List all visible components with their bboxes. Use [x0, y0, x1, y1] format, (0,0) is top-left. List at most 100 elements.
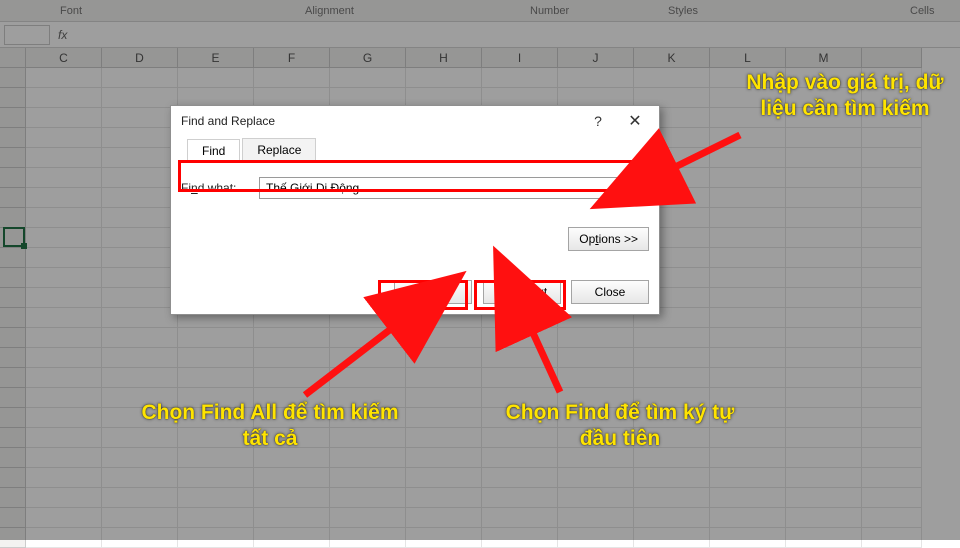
cell[interactable] — [102, 68, 178, 88]
cell[interactable] — [786, 408, 862, 428]
cell[interactable] — [102, 208, 178, 228]
cell[interactable] — [178, 508, 254, 528]
cell[interactable] — [330, 508, 406, 528]
cell[interactable] — [862, 428, 922, 448]
dialog-close-button[interactable]: ✕ — [615, 111, 655, 131]
cell[interactable] — [102, 168, 178, 188]
cell[interactable] — [862, 408, 922, 428]
cell[interactable] — [558, 488, 634, 508]
cell[interactable] — [482, 488, 558, 508]
cell[interactable] — [26, 408, 102, 428]
cell[interactable] — [862, 308, 922, 328]
cell[interactable] — [102, 268, 178, 288]
cell[interactable] — [406, 448, 482, 468]
fx-label[interactable]: fx — [58, 28, 67, 42]
row-header[interactable] — [0, 488, 26, 508]
row-header[interactable] — [0, 148, 26, 168]
cell[interactable] — [26, 308, 102, 328]
fill-handle[interactable] — [21, 243, 27, 249]
cell[interactable] — [862, 448, 922, 468]
cell[interactable] — [862, 288, 922, 308]
name-box[interactable] — [4, 25, 50, 45]
cell[interactable] — [862, 148, 922, 168]
cell[interactable] — [786, 508, 862, 528]
row-header[interactable] — [0, 128, 26, 148]
cell[interactable] — [406, 408, 482, 428]
cell[interactable] — [634, 528, 710, 548]
cell[interactable] — [786, 528, 862, 548]
cell[interactable] — [178, 328, 254, 348]
cell[interactable] — [482, 528, 558, 548]
cell[interactable] — [710, 188, 786, 208]
cell[interactable] — [178, 528, 254, 548]
cell[interactable] — [406, 488, 482, 508]
cell[interactable] — [634, 368, 710, 388]
row-header[interactable] — [0, 168, 26, 188]
close-button[interactable]: Close — [571, 280, 649, 304]
cell[interactable] — [558, 368, 634, 388]
cell[interactable] — [330, 488, 406, 508]
col-header[interactable]: E — [178, 48, 254, 68]
cell[interactable] — [710, 288, 786, 308]
row-header[interactable] — [0, 508, 26, 528]
cell[interactable] — [710, 308, 786, 328]
cell[interactable] — [102, 228, 178, 248]
cell[interactable] — [406, 508, 482, 528]
row-header[interactable] — [0, 288, 26, 308]
row-header[interactable] — [0, 248, 26, 268]
cell[interactable] — [254, 528, 330, 548]
cell[interactable] — [786, 468, 862, 488]
cell[interactable] — [406, 468, 482, 488]
cell[interactable] — [102, 508, 178, 528]
find-next-button[interactable]: Find Next — [483, 280, 561, 304]
cell[interactable] — [862, 508, 922, 528]
cell[interactable] — [26, 68, 102, 88]
active-cell[interactable] — [4, 228, 24, 246]
find-what-combo[interactable]: ▾ — [259, 177, 649, 199]
cell[interactable] — [406, 368, 482, 388]
cell[interactable] — [482, 508, 558, 528]
col-header[interactable]: M — [786, 48, 862, 68]
col-header[interactable]: J — [558, 48, 634, 68]
cell[interactable] — [558, 508, 634, 528]
cell[interactable] — [26, 348, 102, 368]
cell[interactable] — [330, 528, 406, 548]
cell[interactable] — [710, 368, 786, 388]
cell[interactable] — [26, 468, 102, 488]
cell[interactable] — [26, 328, 102, 348]
cell[interactable] — [26, 388, 102, 408]
cell[interactable] — [26, 108, 102, 128]
col-header[interactable]: C — [26, 48, 102, 68]
cell[interactable] — [102, 148, 178, 168]
cell[interactable] — [254, 488, 330, 508]
cell[interactable] — [710, 508, 786, 528]
cell[interactable] — [634, 328, 710, 348]
cell[interactable] — [102, 528, 178, 548]
cell[interactable] — [102, 108, 178, 128]
cell[interactable] — [26, 528, 102, 548]
cell[interactable] — [862, 528, 922, 548]
cell[interactable] — [482, 468, 558, 488]
cell[interactable] — [862, 468, 922, 488]
cell[interactable] — [786, 328, 862, 348]
cell[interactable] — [330, 468, 406, 488]
cell[interactable] — [558, 328, 634, 348]
col-header[interactable]: D — [102, 48, 178, 68]
cell[interactable] — [178, 368, 254, 388]
cell[interactable] — [330, 368, 406, 388]
row-header[interactable] — [0, 528, 26, 548]
cell[interactable] — [26, 208, 102, 228]
chevron-down-icon[interactable]: ▾ — [630, 178, 648, 198]
cell[interactable] — [786, 248, 862, 268]
cell[interactable] — [406, 388, 482, 408]
cell[interactable] — [102, 288, 178, 308]
cell[interactable] — [862, 368, 922, 388]
cell[interactable] — [178, 68, 254, 88]
cell[interactable] — [634, 468, 710, 488]
row-header[interactable] — [0, 388, 26, 408]
cell[interactable] — [26, 508, 102, 528]
cell[interactable] — [710, 148, 786, 168]
row-header[interactable] — [0, 368, 26, 388]
tab-replace[interactable]: Replace — [242, 138, 316, 162]
cell[interactable] — [482, 368, 558, 388]
